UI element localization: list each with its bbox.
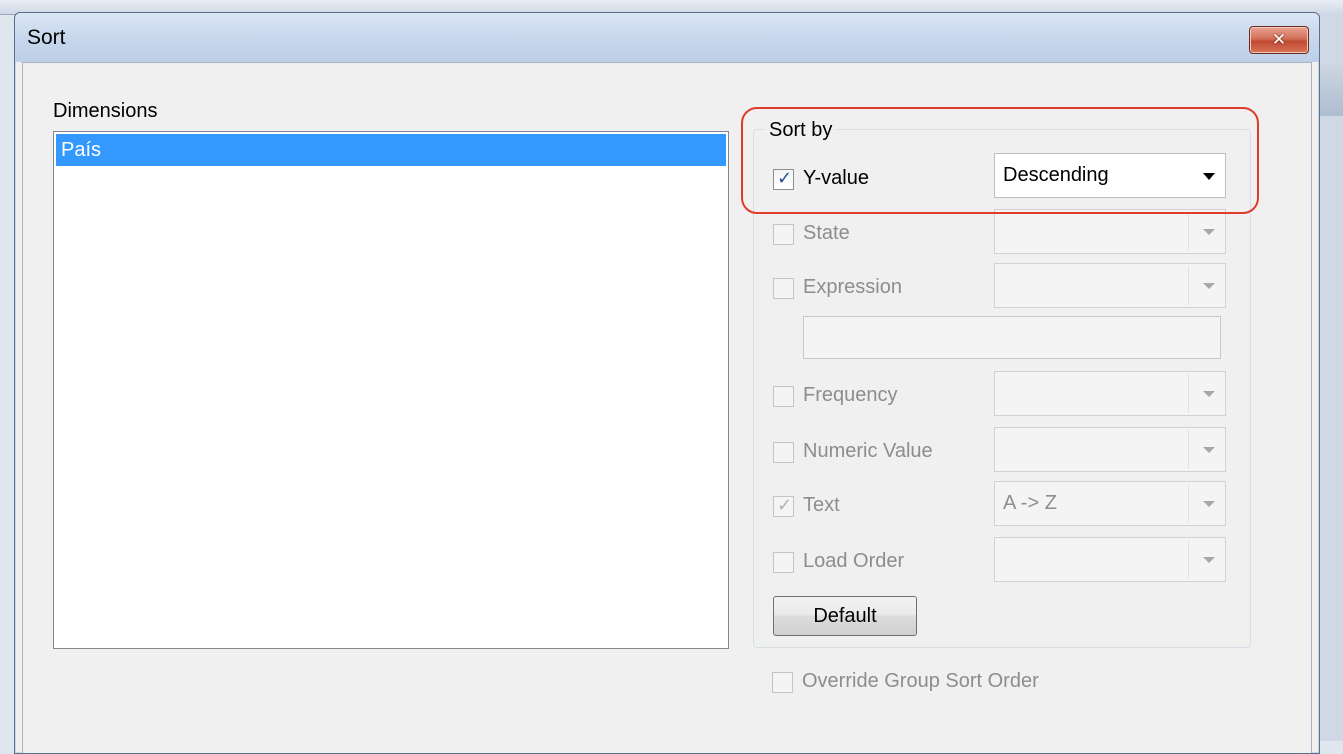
override-group-sort-label: Override Group Sort Order [802, 670, 1039, 692]
text-label: Text [803, 494, 840, 516]
expression-input[interactable] [803, 316, 1221, 359]
dropdown-arrow-icon [1203, 283, 1215, 289]
dimension-item-pais[interactable]: País [56, 134, 726, 166]
default-button[interactable]: Default [773, 596, 917, 636]
check-mark-icon: ✓ [776, 495, 793, 516]
sort-by-title: Sort by [765, 119, 837, 142]
dropdown-arrow-icon [1203, 391, 1215, 397]
text-order-value: A -> Z [1003, 492, 1057, 514]
dropdown-arrow-icon [1203, 173, 1215, 180]
frequency-checkbox[interactable] [773, 386, 794, 407]
y-value-order-select[interactable]: Descending [994, 153, 1226, 198]
expression-order-select[interactable] [994, 263, 1226, 308]
expression-label: Expression [803, 276, 902, 298]
load-order-label: Load Order [803, 550, 905, 572]
state-order-select[interactable] [994, 209, 1226, 254]
sort-dialog: Sort ✕ Dimensions País Sort by ✓ Y-value… [14, 12, 1320, 754]
close-button[interactable]: ✕ [1249, 26, 1309, 54]
frequency-order-select[interactable] [994, 371, 1226, 416]
numeric-value-label: Numeric Value [803, 440, 933, 462]
numeric-value-checkbox[interactable] [773, 442, 794, 463]
frequency-label: Frequency [803, 384, 898, 406]
y-value-checkbox[interactable]: ✓ [773, 168, 794, 190]
state-checkbox[interactable] [773, 224, 794, 245]
title-bar[interactable]: Sort ✕ [15, 13, 1319, 62]
dialog-title: Sort [27, 26, 66, 49]
text-checkbox[interactable]: ✓ [773, 495, 794, 517]
expression-checkbox[interactable] [773, 278, 794, 299]
close-icon: ✕ [1271, 30, 1287, 50]
dropdown-arrow-icon [1203, 501, 1215, 507]
state-label: State [803, 222, 850, 244]
check-mark-icon: ✓ [776, 168, 793, 189]
numeric-value-order-select[interactable] [994, 427, 1226, 472]
y-value-label: Y-value [803, 167, 869, 189]
dropdown-arrow-icon [1203, 229, 1215, 235]
override-group-sort-checkbox[interactable] [772, 672, 793, 693]
dialog-client-area: Dimensions País Sort by ✓ Y-value Descen… [22, 62, 1312, 753]
load-order-checkbox[interactable] [773, 552, 794, 573]
dropdown-arrow-icon [1203, 447, 1215, 453]
dimensions-listbox[interactable]: País [53, 131, 729, 649]
dimensions-label: Dimensions [53, 100, 158, 122]
dropdown-arrow-icon [1203, 557, 1215, 563]
load-order-order-select[interactable] [994, 537, 1226, 582]
text-order-select[interactable]: A -> Z [994, 481, 1226, 526]
y-value-order-value: Descending [1003, 164, 1109, 186]
